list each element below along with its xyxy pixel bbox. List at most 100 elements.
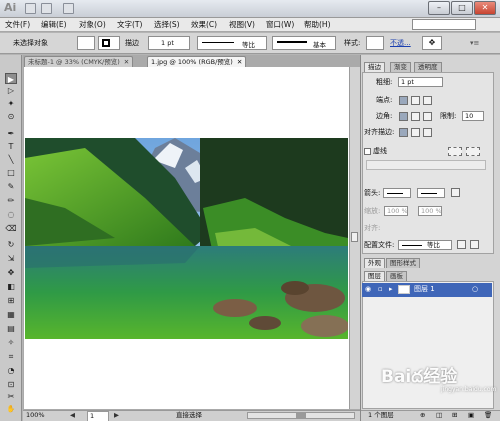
variable-width-profile[interactable]: 等比	[197, 36, 267, 50]
tab-transparency[interactable]: 透明度	[414, 62, 442, 72]
direct-selection-tool-icon[interactable]: ▷	[5, 85, 17, 96]
rotate-tool-icon[interactable]: ↻	[5, 239, 17, 250]
limit-field[interactable]: 10	[462, 111, 484, 121]
perspective-grid-tool-icon[interactable]: ⊞	[5, 295, 17, 306]
menu-window[interactable]: 窗口(W)	[266, 19, 294, 31]
blob-brush-tool-icon[interactable]: ◌	[5, 209, 17, 220]
symbol-sprayer-tool-icon[interactable]: ⌗	[5, 351, 17, 362]
workspace-icon[interactable]	[63, 3, 74, 14]
bevel-join-icon[interactable]	[423, 112, 432, 121]
new-layer-icon[interactable]: ▣	[468, 411, 474, 420]
weight-field[interactable]: 1 pt	[398, 77, 443, 87]
search-input[interactable]	[412, 19, 476, 30]
stroke-color-swatch[interactable]	[98, 36, 120, 50]
scale-start-field[interactable]: 100 %	[384, 206, 408, 216]
scroll-thumb[interactable]	[351, 232, 358, 242]
column-graph-tool-icon[interactable]: ◔	[5, 365, 17, 376]
scissors-tool-icon[interactable]: ✂	[5, 391, 17, 402]
projecting-cap-icon[interactable]	[423, 96, 432, 105]
next-artboard-icon[interactable]: ▶	[114, 411, 119, 420]
menu-help[interactable]: 帮助(H)	[304, 19, 331, 31]
tab-gradient[interactable]: 渐变	[390, 62, 411, 72]
scale-tool-icon[interactable]: ⇲	[5, 253, 17, 264]
menu-view[interactable]: 视图(V)	[229, 19, 255, 31]
delete-layer-icon[interactable]: 🗑	[484, 411, 492, 420]
align-center-icon[interactable]	[399, 128, 408, 137]
fill-color-swatch[interactable]	[77, 36, 95, 50]
artboard-tool-icon[interactable]: ⊡	[5, 379, 17, 390]
magic-wand-tool-icon[interactable]: ✦	[5, 98, 17, 109]
make-clipping-mask-icon[interactable]: ◫	[436, 411, 442, 420]
zoom-level[interactable]: 100%	[26, 411, 45, 420]
free-transform-tool-icon[interactable]: ✥	[5, 267, 17, 278]
lock-toggle-icon[interactable]: ▫	[378, 283, 383, 296]
dash-align-icon[interactable]	[466, 147, 480, 156]
flip-horizontal-icon[interactable]	[457, 240, 466, 249]
swap-arrowheads-icon[interactable]	[451, 188, 460, 197]
paintbrush-tool-icon[interactable]: ✎	[5, 181, 17, 192]
layer-name[interactable]: 图层 1	[414, 283, 435, 296]
menu-object[interactable]: 对象(O)	[79, 19, 106, 31]
scale-end-field[interactable]: 100 %	[418, 206, 442, 216]
close-button[interactable]: ✕	[474, 1, 496, 15]
lasso-tool-icon[interactable]: ⊙	[5, 111, 17, 122]
end-arrowhead-select[interactable]	[417, 188, 445, 198]
new-sublayer-icon[interactable]: ⊞	[452, 411, 457, 420]
align-outside-icon[interactable]	[423, 128, 432, 137]
menu-effect[interactable]: 效果(C)	[191, 19, 217, 31]
profile-select[interactable]: 等比	[398, 240, 452, 250]
arrange-icon[interactable]	[41, 3, 52, 14]
menu-select[interactable]: 选择(S)	[154, 19, 180, 31]
dash-corner-icon[interactable]	[448, 147, 462, 156]
horizontal-scrollbar[interactable]	[247, 412, 355, 419]
line-tool-icon[interactable]: ╲	[5, 154, 17, 165]
type-tool-icon[interactable]: T	[5, 141, 17, 152]
first-artboard-icon[interactable]: ◀	[70, 411, 75, 420]
tab-artboards[interactable]: 画板	[386, 271, 407, 281]
maximize-button[interactable]: □	[451, 1, 473, 15]
selection-tool-icon[interactable]: ▶	[5, 73, 17, 84]
expand-arrow-icon[interactable]: ▸	[389, 283, 393, 296]
close-icon[interactable]: ✕	[124, 58, 129, 66]
menu-file[interactable]: 文件(F)	[5, 19, 30, 31]
tab-graphic-styles[interactable]: 图形样式	[386, 258, 420, 268]
eyedropper-tool-icon[interactable]: ✧	[5, 337, 17, 348]
brush-definition[interactable]: 基本	[272, 36, 336, 50]
miter-join-icon[interactable]	[399, 112, 408, 121]
tab-appearance[interactable]: 外观	[364, 258, 385, 268]
dashed-line-checkbox[interactable]	[364, 148, 371, 155]
locate-object-icon[interactable]: ⊕	[420, 411, 425, 420]
minimize-button[interactable]: –	[428, 1, 450, 15]
round-join-icon[interactable]	[411, 112, 420, 121]
artboard-number[interactable]: 1	[87, 411, 109, 421]
stroke-weight-field[interactable]: 1 pt	[148, 36, 190, 50]
round-cap-icon[interactable]	[411, 96, 420, 105]
mesh-tool-icon[interactable]: ▦	[5, 309, 17, 320]
flip-vertical-icon[interactable]	[470, 240, 479, 249]
layer-row[interactable]: ◉ ▫ ▸ 图层 1 ○	[362, 283, 492, 297]
hand-tool-icon[interactable]: ✋	[5, 404, 17, 415]
tab-stroke[interactable]: 描边	[364, 62, 385, 72]
tab-1-jpg[interactable]: 1.jpg @ 100% (RGB/预览) ✕	[147, 56, 247, 67]
gradient-tool-icon[interactable]: ▤	[5, 323, 17, 334]
butt-cap-icon[interactable]	[399, 96, 408, 105]
menu-options-icon[interactable]: ▾≡	[470, 39, 479, 48]
document-setup-icon[interactable]: ✥	[422, 36, 442, 50]
start-arrowhead-select[interactable]	[383, 188, 411, 198]
pencil-tool-icon[interactable]: ✏	[5, 195, 17, 206]
eye-icon[interactable]: ◉	[365, 283, 371, 296]
close-icon[interactable]: ✕	[237, 58, 242, 66]
opacity-link[interactable]: 不透...	[390, 39, 411, 48]
bridge-icon[interactable]	[25, 3, 36, 14]
target-icon[interactable]: ○	[472, 283, 478, 296]
landscape-photo[interactable]	[25, 138, 348, 339]
eraser-tool-icon[interactable]: ⌫	[5, 223, 17, 234]
shape-builder-tool-icon[interactable]: ◧	[5, 281, 17, 292]
pen-tool-icon[interactable]: ✒	[5, 128, 17, 139]
tab-layers[interactable]: 图层	[364, 271, 385, 281]
graphic-style-picker[interactable]	[366, 36, 384, 50]
align-inside-icon[interactable]	[411, 128, 420, 137]
menu-edit[interactable]: 编辑(E)	[41, 19, 67, 31]
rectangle-tool-icon[interactable]: □	[5, 167, 17, 178]
menu-type[interactable]: 文字(T)	[117, 19, 142, 31]
